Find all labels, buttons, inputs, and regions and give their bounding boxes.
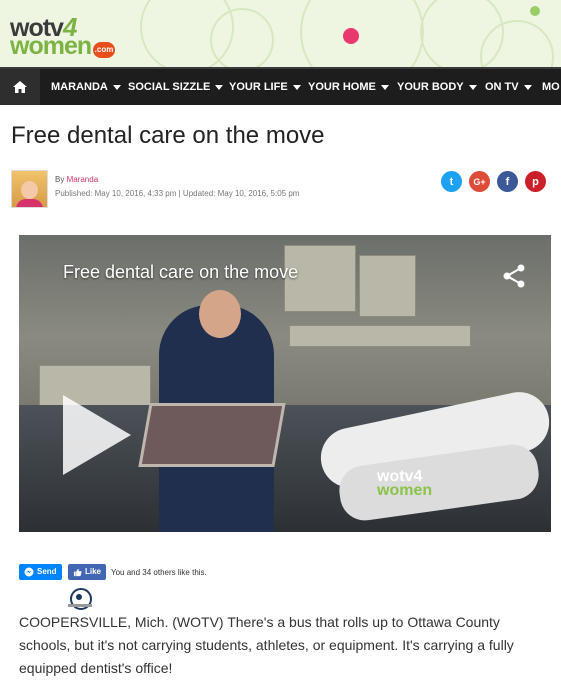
author-avatar[interactable] (11, 170, 48, 208)
site-logo[interactable]: wotv4 women .com (10, 14, 115, 59)
messenger-send-button[interactable]: Send (19, 564, 62, 580)
video-watermark: wotv4 women (377, 468, 433, 500)
thumbs-up-icon (73, 568, 82, 576)
video-title: Free dental care on the move (63, 262, 299, 282)
play-icon[interactable] (63, 395, 131, 475)
nav-item-more[interactable]: MO (542, 69, 560, 105)
decorative-swirl (300, 0, 424, 67)
site-header-banner: wotv4 women .com (0, 0, 561, 67)
nav-item-maranda[interactable]: MARANDA (51, 69, 121, 105)
decorative-dot (530, 6, 540, 16)
facebook-like-button[interactable]: Like (68, 564, 107, 580)
logo-com-badge: .com (93, 42, 115, 58)
pinterest-share-button[interactable]: p (525, 171, 546, 192)
caret-down-icon (523, 84, 532, 90)
messenger-icon (24, 567, 34, 577)
caret-down-icon (468, 84, 477, 90)
caret-down-icon (112, 84, 121, 90)
decorative-dot (343, 28, 359, 44)
twitter-share-button[interactable]: t (441, 171, 462, 192)
avatar-face (21, 181, 38, 199)
nav-item-your-body[interactable]: YOUR BODY (397, 69, 477, 105)
main-navigation: MARANDA SOCIAL SIZZLE YOUR LIFE YOUR HOM… (0, 67, 561, 105)
decorative-swirl (210, 8, 274, 67)
nav-item-social-sizzle[interactable]: SOCIAL SIZZLE (128, 69, 224, 105)
nav-item-your-life[interactable]: YOUR LIFE (229, 69, 301, 105)
caret-down-icon (292, 84, 301, 90)
avatar-shirt (16, 199, 43, 207)
nav-item-your-home[interactable]: YOUR HOME (308, 69, 389, 105)
home-icon (13, 81, 27, 93)
video-scene-tray (138, 403, 286, 467)
logo-text-women: women (10, 32, 92, 60)
watermark-bottom: women (377, 482, 433, 500)
pinterest-icon: p (532, 175, 539, 188)
like-count-text: You and 34 others like this. (111, 568, 207, 577)
caret-down-icon (380, 84, 389, 90)
facebook-share-button[interactable]: f (497, 171, 518, 192)
seal-caption (68, 604, 92, 607)
share-icon[interactable] (501, 263, 527, 289)
google-plus-share-button[interactable]: G+ (469, 171, 490, 192)
twitter-icon: t (449, 175, 454, 188)
video-player[interactable]: Free dental care on the move wotv4 women (19, 235, 551, 532)
article-title: Free dental care on the move (11, 122, 325, 149)
byline-prefix: By (55, 175, 65, 184)
author-byline: By Maranda (55, 175, 98, 184)
video-scene-counter (289, 325, 471, 347)
like-label: Like (85, 567, 102, 576)
article-body-paragraph: COOPERSVILLE, Mich. (WOTV) There's a bus… (19, 614, 514, 676)
send-label: Send (37, 567, 57, 576)
google-plus-icon: G+ (473, 176, 486, 187)
caret-down-icon (215, 84, 224, 90)
home-button[interactable] (0, 69, 40, 105)
nav-item-on-tv[interactable]: ON TV (485, 69, 532, 105)
video-scene-cabinet (359, 255, 416, 317)
publish-dates: Published: May 10, 2016, 4:33 pm | Updat… (55, 189, 300, 198)
video-scene-dentist-head (199, 290, 241, 338)
author-link[interactable]: Maranda (67, 175, 99, 184)
facebook-icon: f (505, 175, 510, 188)
